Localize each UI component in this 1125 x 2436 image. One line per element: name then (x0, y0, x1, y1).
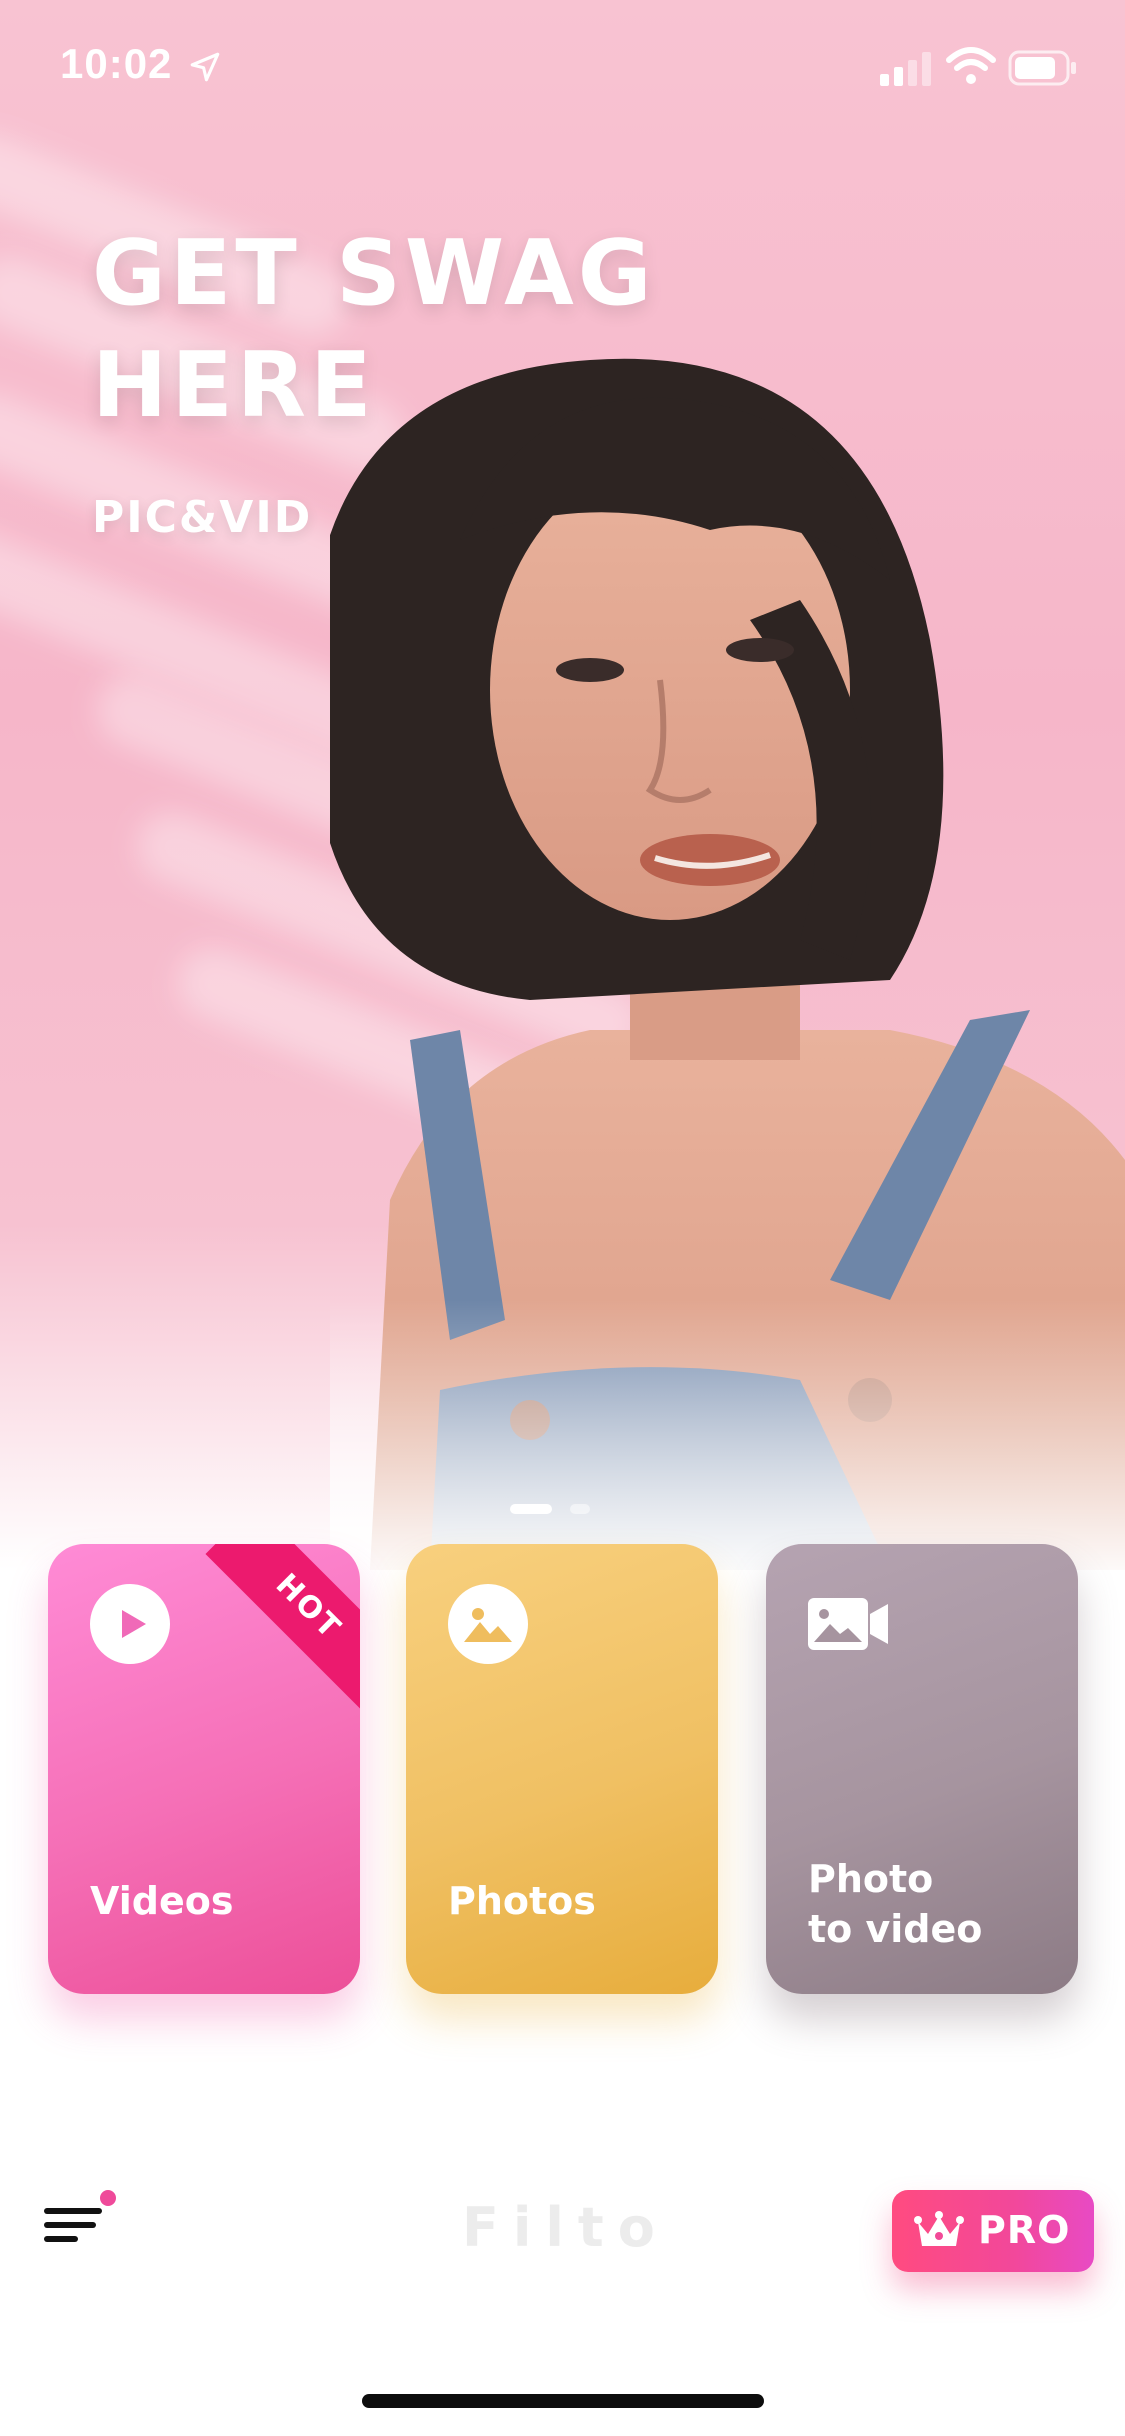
home-screen: 10:02 GET SWAG HERE PIC&VID HOT Videos P… (0, 0, 1125, 2436)
cellular-signal-icon (880, 52, 931, 86)
photos-card-label: Photos (448, 1879, 596, 1923)
videos-card-label: Videos (90, 1879, 234, 1923)
hot-badge: HOT (205, 1544, 360, 1710)
photo-video-icon (808, 1598, 888, 1650)
menu-button[interactable] (40, 2180, 130, 2270)
photo-to-video-card-label: Photo to video (808, 1857, 983, 1951)
status-bar: 10:02 (0, 0, 1125, 132)
pro-button-label: PRO (978, 2208, 1071, 2252)
hero-subtitle: PIC&VID (92, 492, 313, 543)
photos-card[interactable]: Photos (406, 1544, 718, 1994)
play-icon (90, 1584, 170, 1664)
home-indicator[interactable] (362, 2394, 764, 2408)
menu-icon (44, 2208, 102, 2242)
carousel-page-indicator[interactable] (510, 1504, 620, 1516)
page-dot-active[interactable] (510, 1504, 552, 1514)
crown-icon (914, 2211, 964, 2246)
pro-upgrade-button[interactable]: PRO (892, 2190, 1094, 2272)
hero-portrait-image (330, 340, 1125, 1570)
page-dot[interactable] (570, 1504, 590, 1514)
status-time: 10:02 (60, 40, 173, 87)
hero-headline: GET SWAG HERE (92, 218, 792, 442)
hero-headline-line1: GET SWAG (92, 221, 656, 326)
videos-card[interactable]: HOT Videos (48, 1544, 360, 1994)
image-icon (448, 1584, 528, 1664)
hero-headline-line2: HERE (92, 333, 376, 438)
brand-logo: Filto (462, 2196, 669, 2259)
battery-icon (1008, 50, 1076, 86)
location-arrow-icon (190, 52, 220, 82)
notification-dot (100, 2190, 116, 2206)
photo-to-video-card[interactable]: Photo to video (766, 1544, 1078, 1994)
wifi-icon (946, 47, 996, 84)
